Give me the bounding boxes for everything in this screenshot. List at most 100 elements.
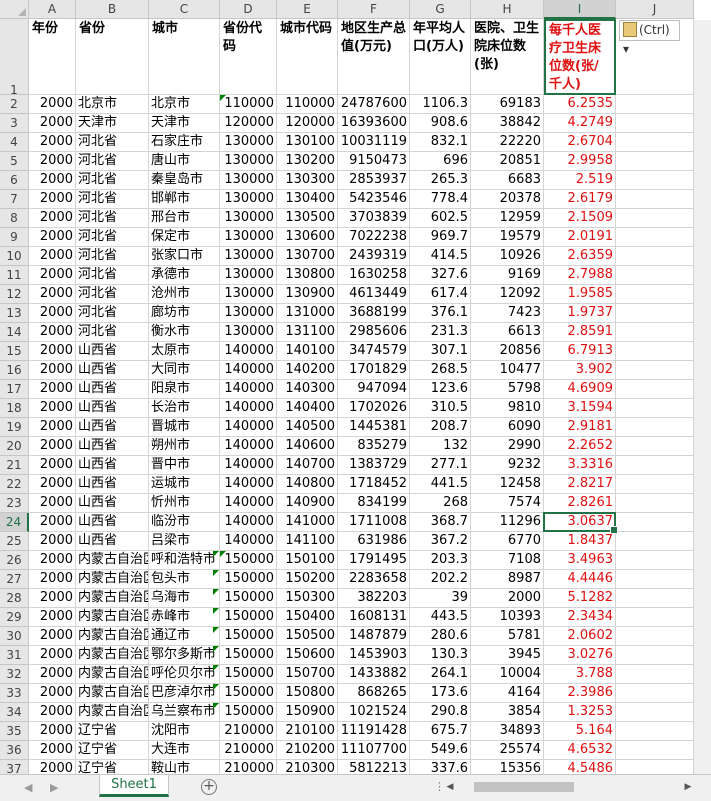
table-cell[interactable]: 2000 <box>29 361 76 380</box>
table-cell[interactable]: 140000 <box>220 532 277 551</box>
table-cell[interactable]: 12458 <box>471 475 544 494</box>
empty-cell[interactable] <box>616 399 694 418</box>
empty-cell[interactable] <box>616 475 694 494</box>
table-cell[interactable]: 大连市 <box>149 741 220 760</box>
table-cell[interactable]: 210000 <box>220 741 277 760</box>
table-cell[interactable]: 277.1 <box>410 456 471 475</box>
column-header-h[interactable]: H <box>471 0 544 19</box>
header-cell[interactable]: 省份 <box>76 19 149 95</box>
table-cell[interactable]: 包头市 <box>149 570 220 589</box>
table-cell[interactable]: 2.6359 <box>544 247 616 266</box>
next-sheet-arrow-icon[interactable]: ▶ <box>50 781 58 794</box>
column-header-j[interactable]: J <box>616 0 694 19</box>
table-cell[interactable]: 140300 <box>277 380 338 399</box>
table-cell[interactable]: 150800 <box>277 684 338 703</box>
table-cell[interactable]: 内蒙古自治区 <box>76 684 149 703</box>
table-cell[interactable]: 2000 <box>29 456 76 475</box>
table-cell[interactable]: 150500 <box>277 627 338 646</box>
row-header[interactable]: 33 <box>0 684 29 703</box>
table-cell[interactable]: 6683 <box>471 171 544 190</box>
table-cell[interactable]: 130000 <box>220 190 277 209</box>
table-cell[interactable]: 631986 <box>338 532 410 551</box>
table-cell[interactable]: 150400 <box>277 608 338 627</box>
row-header[interactable]: 23 <box>0 494 29 513</box>
column-header-d[interactable]: D <box>220 0 277 19</box>
table-cell[interactable]: 2000 <box>29 475 76 494</box>
table-cell[interactable]: 150100 <box>277 551 338 570</box>
empty-cell[interactable] <box>616 285 694 304</box>
table-cell[interactable]: 石家庄市 <box>149 133 220 152</box>
row-header[interactable]: 5 <box>0 152 29 171</box>
table-cell[interactable]: 130900 <box>277 285 338 304</box>
table-cell[interactable]: 1445381 <box>338 418 410 437</box>
table-cell[interactable]: 巴彦淖尔市 <box>149 684 220 703</box>
table-cell[interactable]: 150000 <box>220 608 277 627</box>
table-cell[interactable]: 2000 <box>29 570 76 589</box>
table-cell[interactable]: 临汾市 <box>149 513 220 532</box>
table-cell[interactable]: 山西省 <box>76 361 149 380</box>
table-cell[interactable]: 150600 <box>277 646 338 665</box>
table-cell[interactable]: 140000 <box>220 380 277 399</box>
table-cell[interactable]: 河北省 <box>76 190 149 209</box>
table-cell[interactable]: 130000 <box>220 171 277 190</box>
table-cell[interactable]: 2000 <box>29 266 76 285</box>
table-cell[interactable]: 河北省 <box>76 285 149 304</box>
column-header-c[interactable]: C <box>149 0 220 19</box>
table-cell[interactable]: 130200 <box>277 152 338 171</box>
table-cell[interactable]: 2.6704 <box>544 133 616 152</box>
table-cell[interactable]: 2.8217 <box>544 475 616 494</box>
table-cell[interactable]: 辽宁省 <box>76 722 149 741</box>
table-cell[interactable]: 150700 <box>277 665 338 684</box>
empty-cell[interactable] <box>616 361 694 380</box>
table-cell[interactable]: 150000 <box>220 551 277 570</box>
table-cell[interactable]: 内蒙古自治区 <box>76 608 149 627</box>
table-cell[interactable]: 2.519 <box>544 171 616 190</box>
table-cell[interactable]: 5423546 <box>338 190 410 209</box>
table-cell[interactable]: 140000 <box>220 418 277 437</box>
table-cell[interactable]: 2000 <box>29 684 76 703</box>
table-cell[interactable]: 1433882 <box>338 665 410 684</box>
table-cell[interactable]: 2000 <box>29 133 76 152</box>
row-header[interactable]: 29 <box>0 608 29 627</box>
prev-sheet-arrow-icon[interactable]: ◀ <box>24 781 32 794</box>
table-cell[interactable]: 河北省 <box>76 304 149 323</box>
table-cell[interactable]: 2.3986 <box>544 684 616 703</box>
empty-cell[interactable] <box>616 342 694 361</box>
table-cell[interactable]: 2000 <box>29 95 76 114</box>
table-cell[interactable]: 9150473 <box>338 152 410 171</box>
scrollbar-thumb[interactable] <box>474 782 574 792</box>
table-cell[interactable]: 衡水市 <box>149 323 220 342</box>
table-cell[interactable]: 2000 <box>29 437 76 456</box>
table-cell[interactable]: 130600 <box>277 228 338 247</box>
empty-cell[interactable] <box>616 171 694 190</box>
empty-cell[interactable] <box>616 190 694 209</box>
table-cell[interactable]: 1711008 <box>338 513 410 532</box>
table-cell[interactable]: 140400 <box>277 399 338 418</box>
row-header[interactable]: 2 <box>0 95 29 114</box>
horizontal-scrollbar[interactable]: ◀ ▶ <box>444 780 694 794</box>
column-header-a[interactable]: A <box>29 0 76 19</box>
table-cell[interactable]: 2.6179 <box>544 190 616 209</box>
empty-cell[interactable] <box>616 646 694 665</box>
row-header[interactable]: 17 <box>0 380 29 399</box>
table-cell[interactable]: 5.1282 <box>544 589 616 608</box>
table-cell[interactable]: 河北省 <box>76 171 149 190</box>
table-cell[interactable]: 邢台市 <box>149 209 220 228</box>
table-cell[interactable]: 2000 <box>29 646 76 665</box>
scroll-left-icon[interactable]: ◀ <box>444 780 456 794</box>
table-cell[interactable]: 24787600 <box>338 95 410 114</box>
row-header[interactable]: 20 <box>0 437 29 456</box>
empty-cell[interactable] <box>616 380 694 399</box>
table-cell[interactable]: 602.5 <box>410 209 471 228</box>
table-cell[interactable]: 2.9958 <box>544 152 616 171</box>
table-cell[interactable]: 307.1 <box>410 342 471 361</box>
table-cell[interactable]: 140200 <box>277 361 338 380</box>
table-cell[interactable]: 鄂尔多斯市 <box>149 646 220 665</box>
sheet-tab-sheet1[interactable]: Sheet1 <box>99 775 169 797</box>
table-cell[interactable]: 内蒙古自治区 <box>76 665 149 684</box>
table-cell[interactable]: 34893 <box>471 722 544 741</box>
row-header[interactable]: 15 <box>0 342 29 361</box>
header-cell[interactable]: 地区生产总值(万元) <box>338 19 410 95</box>
table-cell[interactable]: 4164 <box>471 684 544 703</box>
table-cell[interactable]: 2000 <box>29 494 76 513</box>
